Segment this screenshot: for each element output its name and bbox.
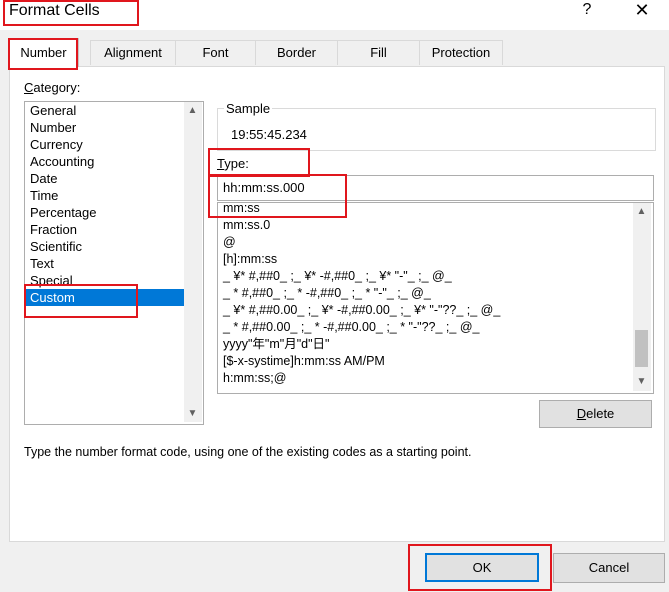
dialog-title: Format Cells	[9, 2, 100, 19]
scroll-up-icon[interactable]: ▲	[184, 102, 201, 119]
scroll-down-icon[interactable]: ▼	[184, 405, 201, 422]
ok-button[interactable]: OK	[425, 553, 539, 582]
category-item-time[interactable]: Time	[26, 187, 185, 204]
tab-protection[interactable]: Protection	[419, 40, 503, 65]
format-code-item[interactable]: mm:ss	[223, 203, 260, 217]
format-code-listbox[interactable]: mm:ss mm:ss.0 @ [h]:mm:ss _ ¥* #,##0_ ;_…	[217, 202, 654, 394]
category-item-date[interactable]: Date	[26, 170, 185, 187]
scrollbar-thumb[interactable]	[635, 330, 648, 367]
format-list-scrollbar[interactable]: ▲ ▼	[633, 203, 651, 391]
format-code-item[interactable]: _ ¥* #,##0.00_ ;_ ¥* -#,##0.00_ ;_ ¥* "-…	[223, 302, 500, 319]
category-item-number[interactable]: Number	[26, 119, 185, 136]
type-label: Type:	[217, 156, 249, 171]
category-item-fraction[interactable]: Fraction	[26, 221, 185, 238]
category-label: Category:	[24, 80, 81, 95]
tab-label: Protection	[431, 45, 491, 60]
category-item-accounting[interactable]: Accounting	[26, 153, 185, 170]
scroll-down-icon[interactable]: ▼	[633, 373, 650, 390]
sample-value: 19:55:45.234	[231, 127, 307, 142]
category-item-currency[interactable]: Currency	[26, 136, 185, 153]
tab-alignment[interactable]: Alignment	[90, 40, 176, 65]
number-tab-panel: Category: General Number Currency Accoun…	[9, 66, 665, 542]
category-listbox[interactable]: General Number Currency Accounting Date …	[24, 101, 204, 425]
format-code-item[interactable]: _ * #,##0.00_ ;_ * -#,##0.00_ ;_ * "-"??…	[223, 319, 479, 336]
format-code-item[interactable]: [$-x-systime]h:mm:ss AM/PM	[223, 353, 385, 370]
tab-label: Font	[202, 45, 229, 60]
delete-button[interactable]: Delete	[539, 400, 652, 428]
tab-label: Fill	[370, 45, 387, 60]
format-description: Type the number format code, using one o…	[24, 445, 472, 459]
tab-label: Border	[276, 45, 317, 60]
tab-border[interactable]: Border	[255, 40, 338, 65]
scroll-up-icon[interactable]: ▲	[633, 203, 650, 220]
format-code-item[interactable]: [h]:mm:ss	[223, 251, 277, 268]
title-bar: Format Cells ? ✕	[0, 0, 669, 30]
format-code-item[interactable]: mm:ss.0	[223, 217, 270, 234]
tab-fill[interactable]: Fill	[337, 40, 420, 65]
type-input-value: hh:mm:ss.000	[223, 180, 305, 195]
category-item-scientific[interactable]: Scientific	[26, 238, 185, 255]
category-item-special[interactable]: Special	[26, 272, 185, 289]
tab-font[interactable]: Font	[175, 40, 256, 65]
category-item-custom[interactable]: Custom	[26, 289, 185, 306]
tab-label: Number	[20, 45, 67, 60]
category-scrollbar[interactable]: ▲ ▼	[184, 102, 202, 422]
cancel-button[interactable]: Cancel	[553, 553, 665, 583]
category-item-text[interactable]: Text	[26, 255, 185, 272]
sample-label: Sample	[224, 101, 273, 116]
category-item-general[interactable]: General	[26, 102, 185, 119]
type-input[interactable]: hh:mm:ss.000	[217, 175, 654, 201]
close-icon[interactable]: ✕	[625, 0, 659, 22]
tab-strip: Number Alignment Font Border Fill Protec…	[0, 38, 669, 67]
tab-number[interactable]: Number	[8, 38, 79, 67]
help-icon[interactable]: ?	[570, 0, 604, 22]
format-code-item[interactable]: yyyy"年"m"月"d"日"	[223, 336, 330, 353]
format-code-item[interactable]: h:mm:ss;@	[223, 370, 286, 387]
category-item-percentage[interactable]: Percentage	[26, 204, 185, 221]
format-code-item[interactable]: _ * #,##0_ ;_ * -#,##0_ ;_ * "-"_ ;_ @_	[223, 285, 431, 302]
format-code-item[interactable]: _ ¥* #,##0_ ;_ ¥* -#,##0_ ;_ ¥* "-"_ ;_ …	[223, 268, 452, 285]
tab-label: Alignment	[104, 45, 162, 60]
format-code-item[interactable]: @	[223, 234, 236, 251]
